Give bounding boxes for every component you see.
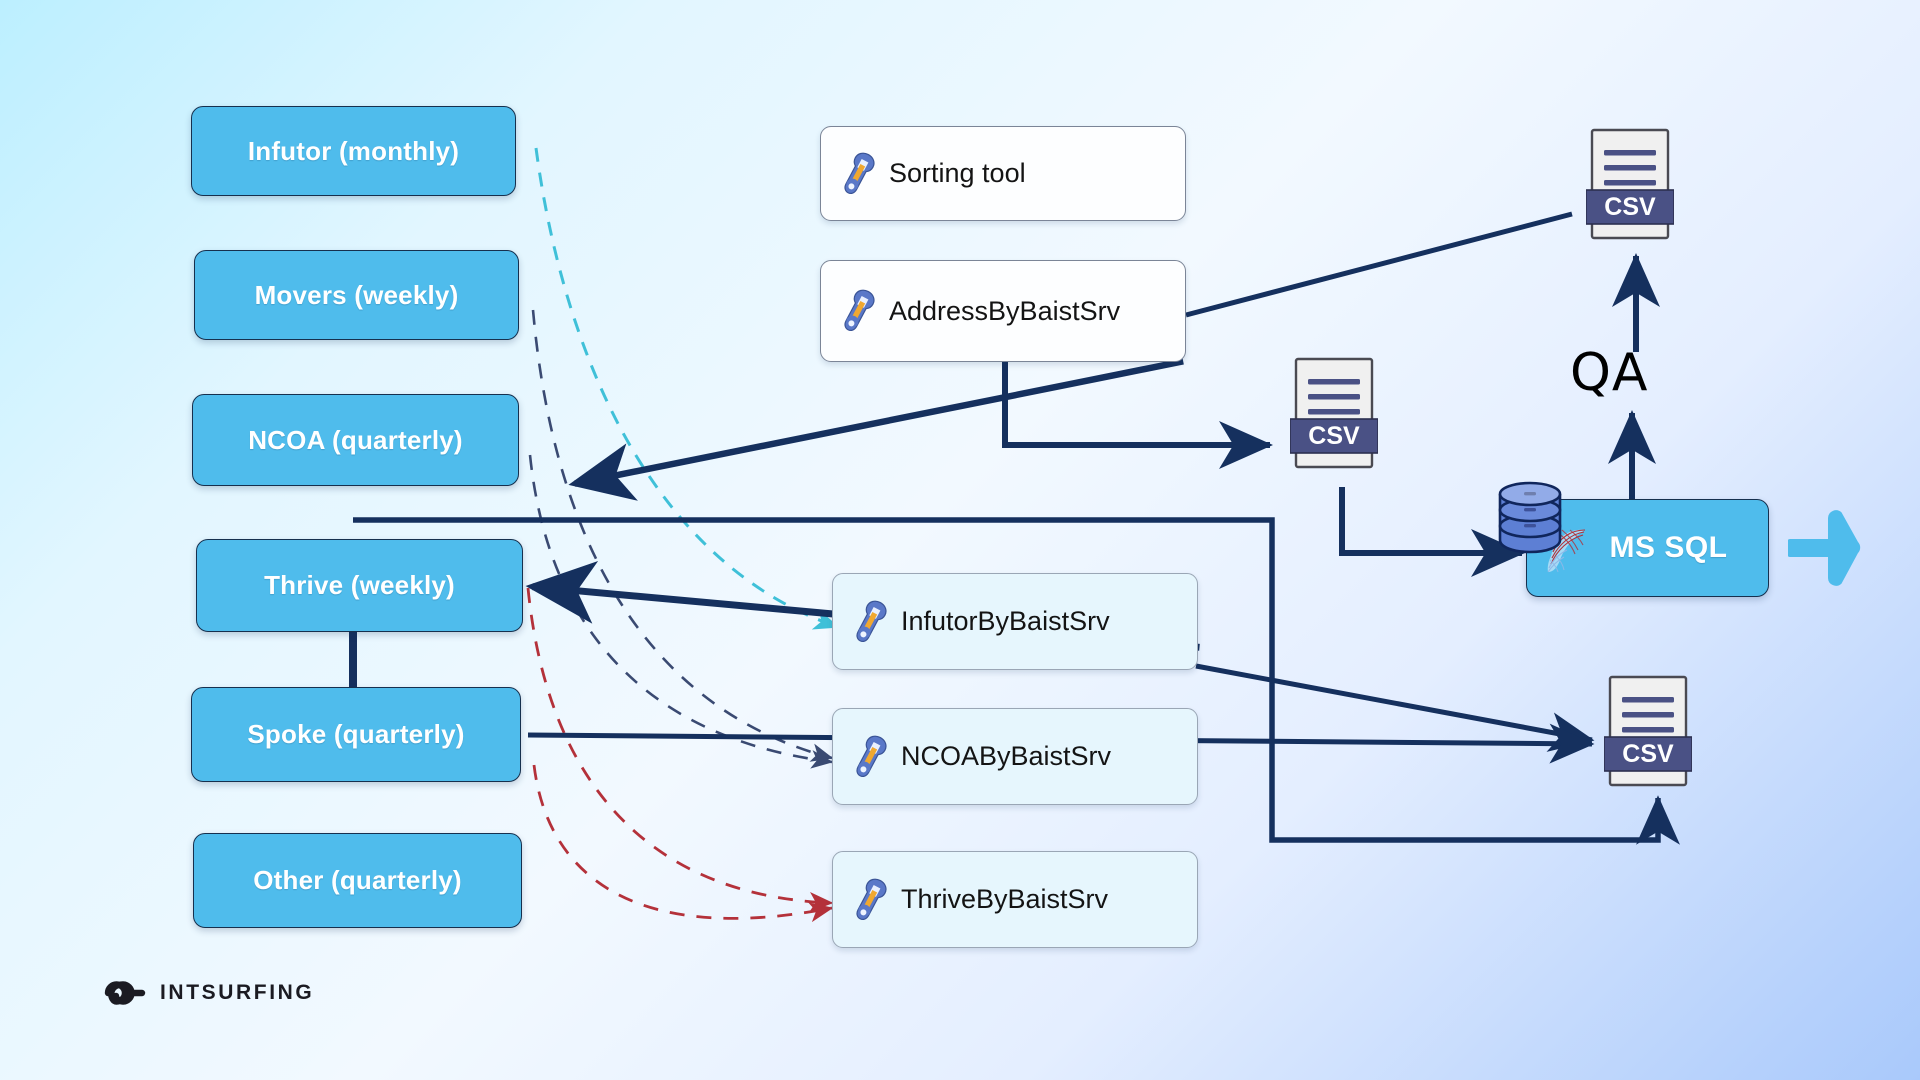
source-box-label: Movers (weekly)	[254, 279, 459, 310]
csv-label: CSV	[1604, 193, 1656, 221]
tool-card-ncoabybaistsrv[interactable]: NCOAByBaistSrv	[832, 708, 1198, 805]
tool-card-label: ThriveByBaistSrv	[901, 884, 1109, 914]
source-box-label: NCOA (quarterly)	[248, 424, 463, 455]
connector-addresstool-to-csv-top	[1185, 211, 1573, 318]
diagram-canvas: Infutor (monthly) Movers (weekly) NCOA (…	[0, 0, 1920, 1080]
wrench-icon	[844, 289, 875, 331]
connector-other-to-thrivetool	[532, 764, 834, 923]
source-box-infutor[interactable]: Infutor (monthly)	[191, 106, 516, 196]
tool-card-label: NCOAByBaistSrv	[901, 741, 1112, 771]
tool-card-addressbybaistsrv[interactable]: AddressByBaistSrv	[820, 260, 1186, 362]
csv-label: CSV	[1308, 422, 1360, 450]
mssql-label: MS SQL	[1609, 531, 1728, 564]
source-box-thrive[interactable]: Thrive (weekly)	[196, 539, 523, 632]
database-cylinder-icon	[1498, 481, 1562, 554]
wrench-icon	[856, 878, 887, 920]
csv-label: CSV	[1622, 740, 1674, 768]
qa-label: QA	[1570, 343, 1649, 403]
wrench-icon	[856, 600, 887, 642]
brand-name: INTSURFING	[160, 981, 315, 1004]
source-box-other[interactable]: Other (quarterly)	[193, 833, 522, 928]
output-right-arrow-icon	[1788, 510, 1861, 586]
source-box-movers[interactable]: Movers (weekly)	[194, 250, 519, 340]
connector-movers-to-ncoatool	[531, 309, 834, 762]
infinity-logo-icon	[104, 981, 146, 1005]
tool-card-label: AddressByBaistSrv	[889, 295, 1121, 326]
connector-infutortool-to-csv-bottom	[1195, 663, 1595, 752]
connector-csv-middle-to-mssql	[1339, 487, 1525, 577]
source-box-label: Other (quarterly)	[253, 865, 462, 895]
tool-card-label: Sorting tool	[889, 158, 1026, 188]
csv-file-icon-middle[interactable]: CSV	[1290, 357, 1378, 469]
wrench-icon	[856, 735, 887, 777]
connector-infutor-to-infutortool	[534, 147, 840, 630]
connector-addresstool-to-csv-middle	[1002, 362, 1273, 469]
tool-card-infutorbybaistsrv[interactable]: InfutorByBaistSrv	[832, 573, 1198, 670]
csv-file-icon-bottom-right[interactable]: CSV	[1604, 675, 1692, 787]
brand-logo: INTSURFING	[92, 978, 314, 1008]
source-box-label: Thrive (weekly)	[264, 570, 455, 600]
csv-file-icon-top-right[interactable]: CSV	[1586, 128, 1674, 240]
connector-addresstool-to-left	[568, 358, 1184, 501]
source-box-spoke[interactable]: Spoke (quarterly)	[191, 687, 521, 782]
source-box-label: Spoke (quarterly)	[247, 719, 465, 749]
tool-card-thrivebybaistsrv[interactable]: ThriveByBaistSrv	[832, 851, 1198, 948]
source-box-ncoa[interactable]: NCOA (quarterly)	[192, 394, 519, 486]
wrench-icon	[844, 152, 875, 194]
tool-card-label: InfutorByBaistSrv	[901, 606, 1110, 636]
tool-card-sorting-tool[interactable]: Sorting tool	[820, 126, 1186, 221]
connector-thrive-to-thrivetool	[526, 587, 834, 913]
source-box-label: Infutor (monthly)	[247, 135, 460, 166]
